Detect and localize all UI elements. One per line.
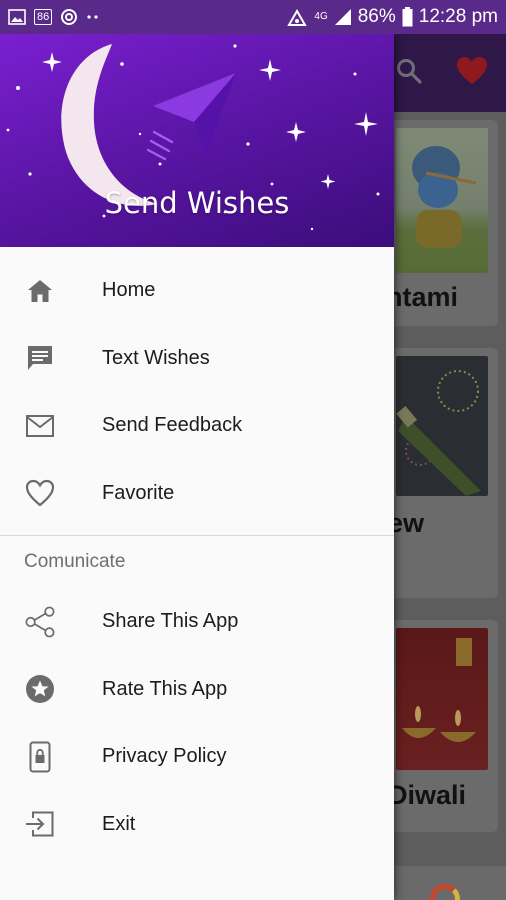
hotspot-icon bbox=[287, 8, 308, 26]
phone-lock-icon bbox=[24, 741, 56, 773]
more-notifications-icon bbox=[87, 15, 98, 19]
send-arrow-icon bbox=[146, 73, 236, 161]
menu-item-send-feedback[interactable]: Send Feedback bbox=[0, 392, 394, 460]
menu-item-share-app[interactable]: Share This App bbox=[0, 588, 394, 656]
drawer-menu: Home Text Wishes Send Feedback Favorite bbox=[0, 247, 394, 858]
menu-label: Send Feedback bbox=[102, 414, 243, 437]
notification-count-badge: 86 bbox=[34, 9, 53, 25]
sync-notification-icon bbox=[61, 9, 78, 25]
signal-icon bbox=[334, 9, 351, 25]
card-caption: ew bbox=[394, 508, 425, 538]
card-diwali: Diwali bbox=[394, 620, 498, 832]
card-janmashtami: htami bbox=[394, 120, 498, 326]
background-app: htami ew Diwali bbox=[394, 34, 506, 900]
diwali-lamps-image bbox=[396, 628, 488, 770]
ad-logo-icon bbox=[430, 884, 460, 900]
menu-item-rate-app[interactable]: Rate This App bbox=[0, 656, 394, 724]
navigation-drawer: Send Wishes Home Text Wishes Send Feedba… bbox=[0, 34, 394, 900]
menu-label: Exit bbox=[102, 812, 136, 835]
main-menu-group: Home Text Wishes Send Feedback Favorite bbox=[0, 247, 394, 527]
battery-percent: 86% bbox=[357, 6, 396, 27]
menu-label: Rate This App bbox=[102, 677, 228, 700]
menu-item-home[interactable]: Home bbox=[0, 257, 394, 325]
battery-icon bbox=[402, 7, 413, 27]
card-caption: Diwali bbox=[394, 780, 467, 810]
menu-item-exit[interactable]: Exit bbox=[0, 791, 394, 859]
home-icon bbox=[24, 275, 56, 307]
favorite-heart-icon bbox=[457, 57, 487, 84]
exit-icon bbox=[24, 808, 56, 840]
communicate-menu-group: Share This App Rate This App Privacy Pol… bbox=[0, 588, 394, 858]
star-icon bbox=[24, 673, 56, 705]
background-ad-bar bbox=[394, 866, 506, 900]
crescent-moon-icon bbox=[61, 44, 158, 206]
drawer-title: Send Wishes bbox=[104, 186, 290, 220]
krishna-image bbox=[396, 128, 488, 273]
section-header-communicate: Comunicate bbox=[24, 551, 126, 572]
background-card-list: htami ew Diwali bbox=[394, 112, 506, 900]
message-icon bbox=[24, 342, 56, 374]
card-caption: htami bbox=[394, 282, 459, 312]
gallery-notification-icon bbox=[8, 9, 26, 25]
menu-item-favorite[interactable]: Favorite bbox=[0, 460, 394, 528]
network-type: 4G bbox=[314, 11, 328, 22]
search-icon bbox=[397, 59, 422, 84]
drawer-header: Send Wishes bbox=[0, 34, 394, 247]
card-new-year: ew bbox=[394, 348, 498, 598]
menu-label: Privacy Policy bbox=[102, 745, 227, 768]
status-bar: 86 4G 86% 12:28 pm bbox=[0, 0, 506, 34]
menu-label: Text Wishes bbox=[102, 346, 210, 369]
menu-label: Share This App bbox=[102, 610, 239, 633]
background-toolbar bbox=[394, 34, 506, 112]
clock: 12:28 pm bbox=[418, 6, 498, 27]
menu-item-text-wishes[interactable]: Text Wishes bbox=[0, 325, 394, 393]
heart-outline-icon bbox=[24, 477, 56, 509]
menu-label: Favorite bbox=[102, 481, 175, 504]
share-icon bbox=[24, 606, 56, 638]
menu-label: Home bbox=[102, 279, 156, 302]
fireworks-image bbox=[396, 356, 488, 496]
menu-item-privacy-policy[interactable]: Privacy Policy bbox=[0, 723, 394, 791]
mail-icon bbox=[24, 410, 56, 442]
